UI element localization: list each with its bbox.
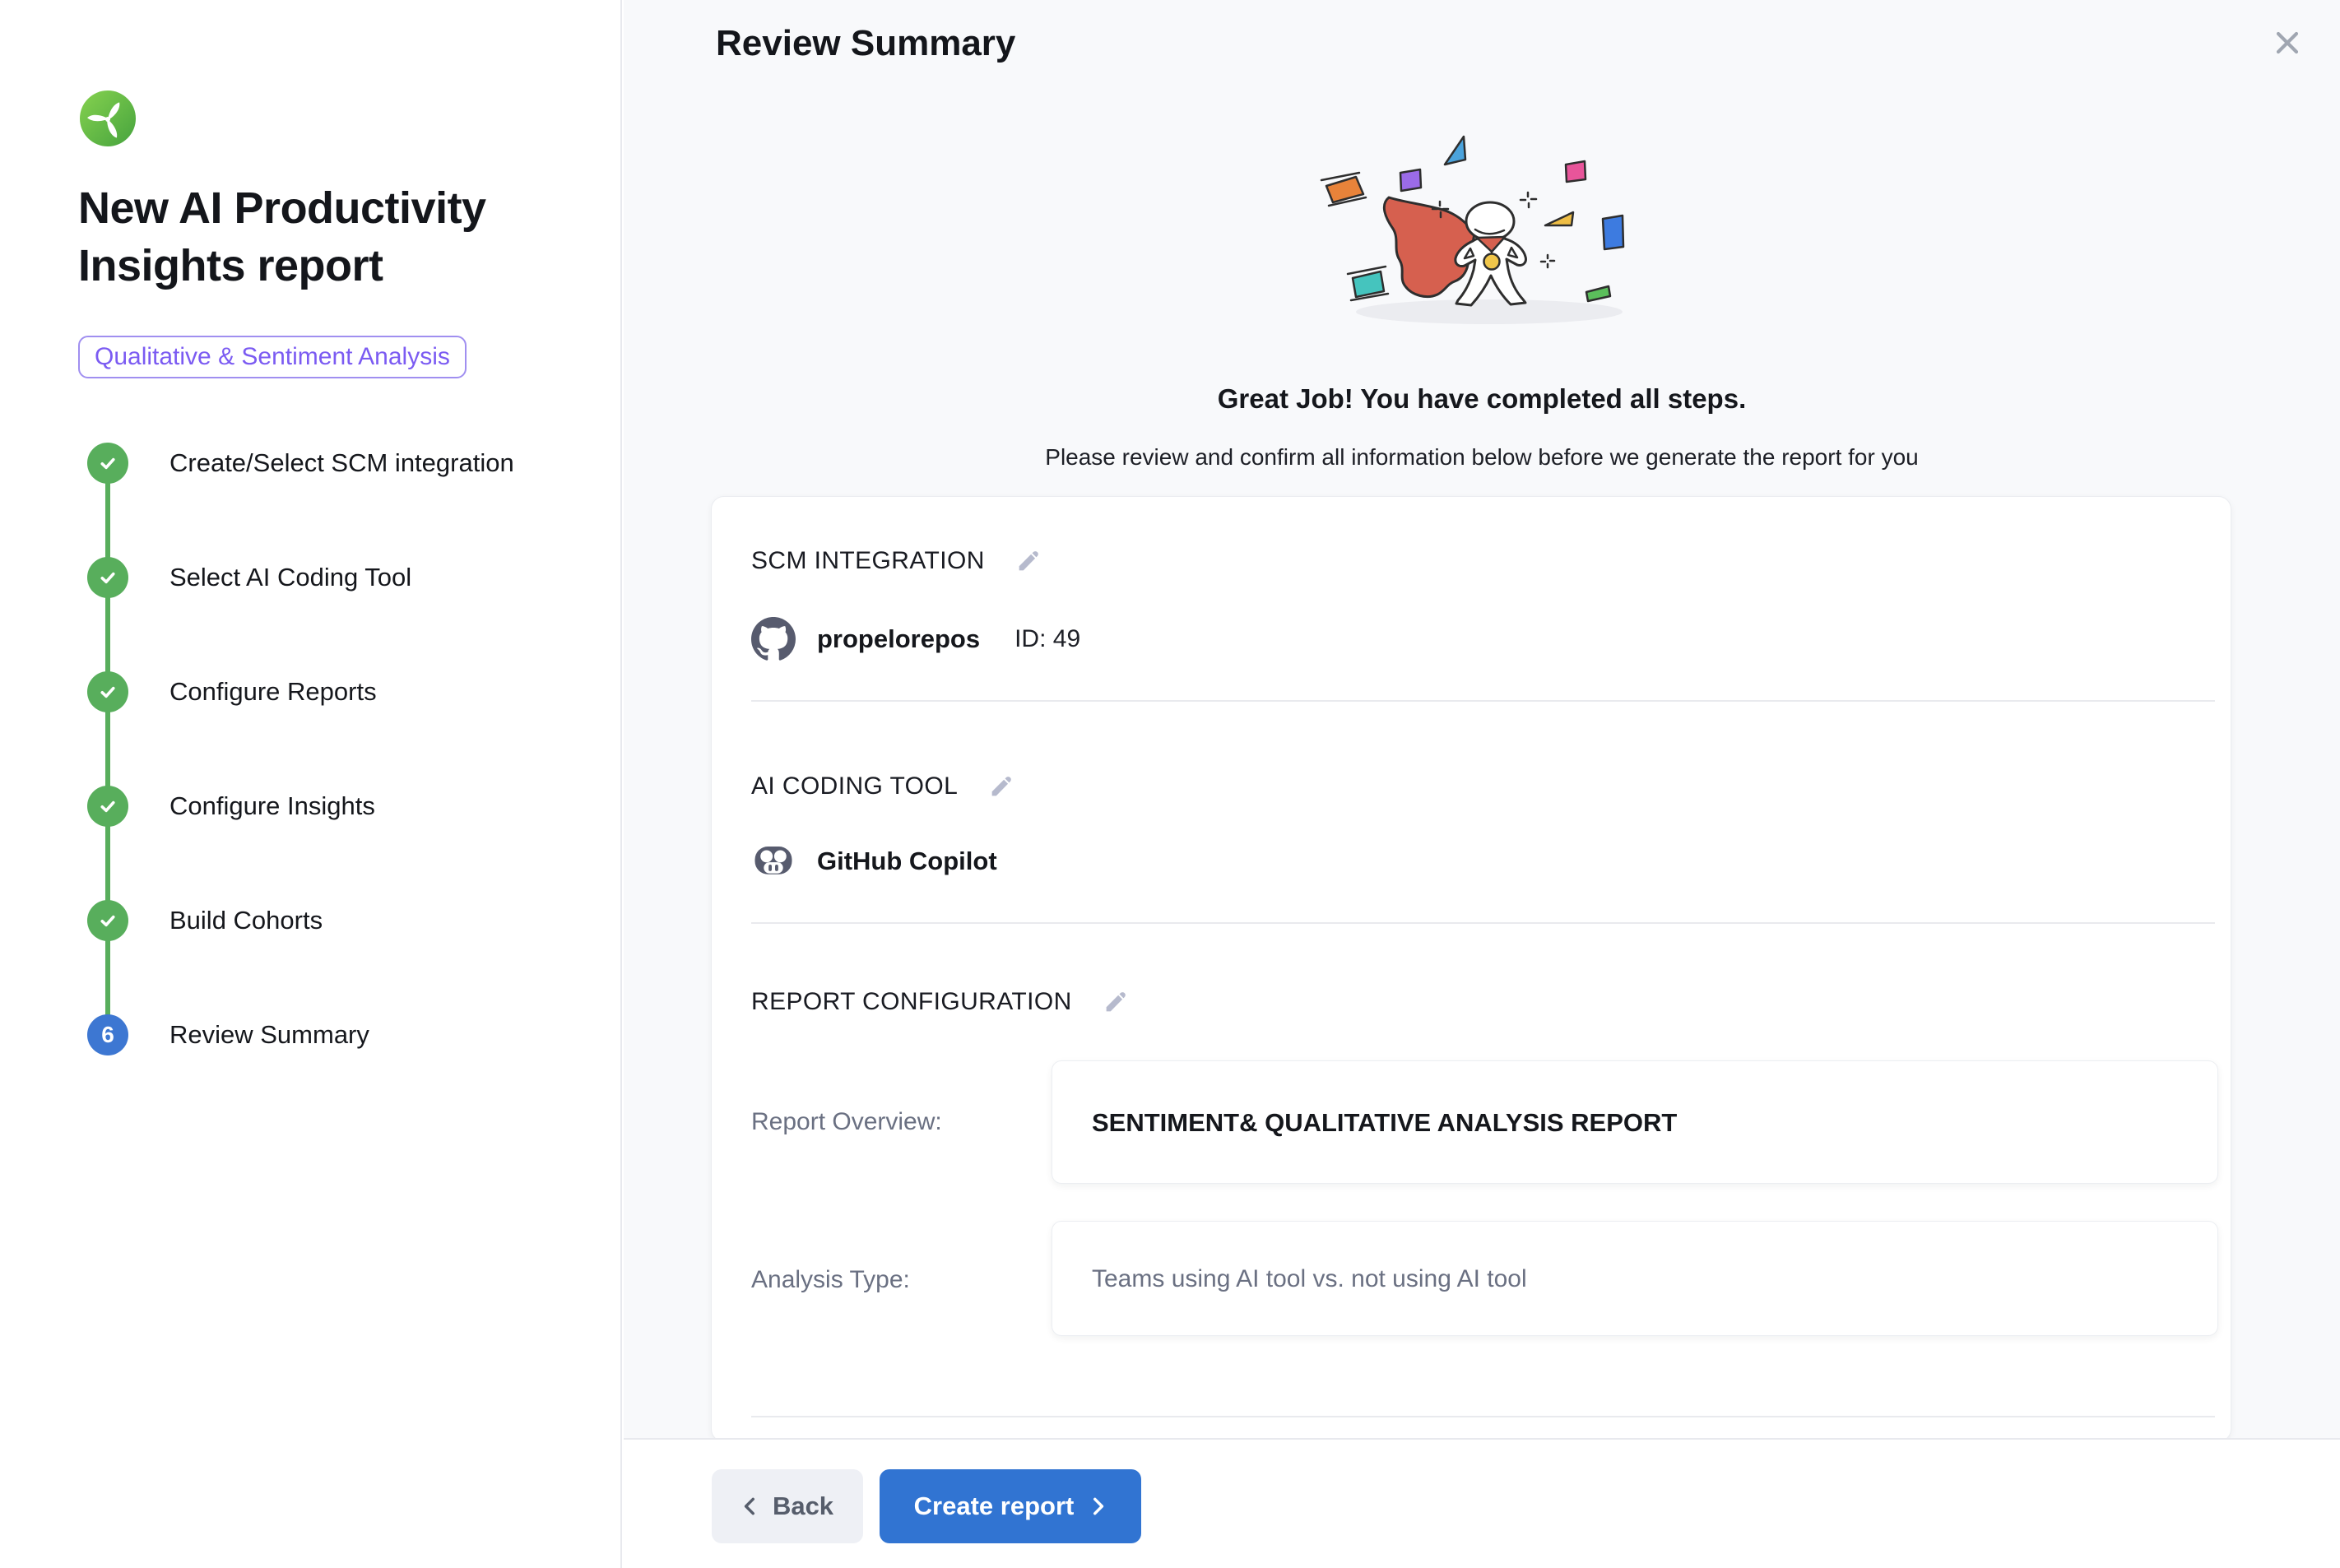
report-config-section-header: REPORT CONFIGURATION (751, 986, 1131, 1018)
page-title: Review Summary (716, 23, 1015, 64)
create-report-button[interactable]: Create report (880, 1469, 1141, 1543)
wizard-sidebar: New AI Productivity Insights report Qual… (0, 0, 622, 1568)
report-overview-label: Report Overview: (751, 1106, 942, 1139)
chevron-left-icon (741, 1496, 759, 1517)
section-divider (751, 1416, 2215, 1417)
ai-tool-section-label: AI CODING TOOL (751, 772, 958, 800)
section-divider (751, 700, 2215, 702)
scm-section-header: SCM INTEGRATION (751, 545, 1044, 578)
step-item-build-cohorts[interactable]: Build Cohorts (169, 904, 323, 937)
review-summary-panel: Review Summary (624, 0, 2340, 1568)
pencil-icon (1102, 988, 1130, 1016)
congrats-subtext: Please review and confirm all informatio… (624, 444, 2340, 471)
step-item-review-summary[interactable]: Review Summary (169, 1018, 369, 1051)
create-report-label: Create report (914, 1491, 1075, 1521)
step-item-ai-coding-tool[interactable]: Select AI Coding Tool (169, 561, 411, 594)
analysis-type-value-box: Teams using AI tool vs. not using AI too… (1052, 1221, 2218, 1336)
step-circle-4[interactable] (87, 786, 128, 827)
step-circle-3[interactable] (87, 671, 128, 712)
step-item-scm-integration[interactable]: Create/Select SCM integration (169, 447, 514, 480)
report-type-badge: Qualitative & Sentiment Analysis (78, 336, 467, 378)
edit-scm-button[interactable] (1014, 546, 1044, 576)
pencil-icon (1014, 547, 1042, 575)
step-circle-5[interactable] (87, 900, 128, 941)
check-icon (96, 566, 119, 589)
report-config-section-label: REPORT CONFIGURATION (751, 988, 1072, 1016)
back-button-label: Back (773, 1491, 833, 1521)
step-circle-1[interactable] (87, 443, 128, 484)
propeller-icon (80, 90, 136, 146)
back-button[interactable]: Back (712, 1469, 863, 1543)
chevron-right-icon (1089, 1496, 1107, 1517)
copilot-icon (751, 839, 796, 884)
scm-section-label: SCM INTEGRATION (751, 547, 985, 575)
close-icon[interactable] (2269, 25, 2305, 61)
stepper-connector (105, 463, 110, 1035)
section-divider (751, 922, 2215, 924)
scm-integration-id: ID: 49 (1014, 625, 1080, 653)
report-overview-value: SENTIMENT& QUALITATIVE ANALYSIS REPORT (1052, 1061, 2217, 1185)
congrats-heading: Great Job! You have completed all steps. (624, 383, 2340, 415)
step-number: 6 (101, 1014, 114, 1055)
analysis-type-label: Analysis Type: (751, 1264, 910, 1297)
summary-card: SCM INTEGRATION propelorepos ID: 49 AI (711, 496, 2231, 1442)
wizard-title: New AI Productivity Insights report (78, 179, 539, 295)
edit-ai-tool-button[interactable] (987, 772, 1017, 801)
ai-tool-row: GitHub Copilot (751, 838, 997, 884)
check-icon (96, 795, 119, 818)
step-circle-2[interactable] (87, 557, 128, 598)
step-circle-6[interactable]: 6 (87, 1014, 128, 1055)
scm-integration-row: propelorepos ID: 49 (751, 616, 1080, 662)
step-item-configure-reports[interactable]: Configure Reports (169, 675, 377, 708)
check-icon (96, 909, 119, 932)
check-icon (96, 452, 119, 475)
report-overview-value-box: SENTIMENT& QUALITATIVE ANALYSIS REPORT (1052, 1060, 2218, 1184)
github-icon (751, 617, 796, 661)
edit-report-config-button[interactable] (1102, 987, 1131, 1017)
step-item-configure-insights[interactable]: Configure Insights (169, 790, 375, 823)
pencil-icon (987, 772, 1015, 800)
celebration-illustration (1284, 122, 1695, 352)
footer-action-bar: Back Create report (624, 1438, 2340, 1568)
scm-integration-name: propelorepos (817, 624, 980, 654)
ai-tool-name: GitHub Copilot (817, 847, 997, 876)
check-icon (96, 680, 119, 703)
analysis-type-value: Teams using AI tool vs. not using AI too… (1052, 1222, 2217, 1337)
ai-tool-section-header: AI CODING TOOL (751, 770, 1017, 803)
app-window: New AI Productivity Insights report Qual… (0, 0, 2340, 1568)
